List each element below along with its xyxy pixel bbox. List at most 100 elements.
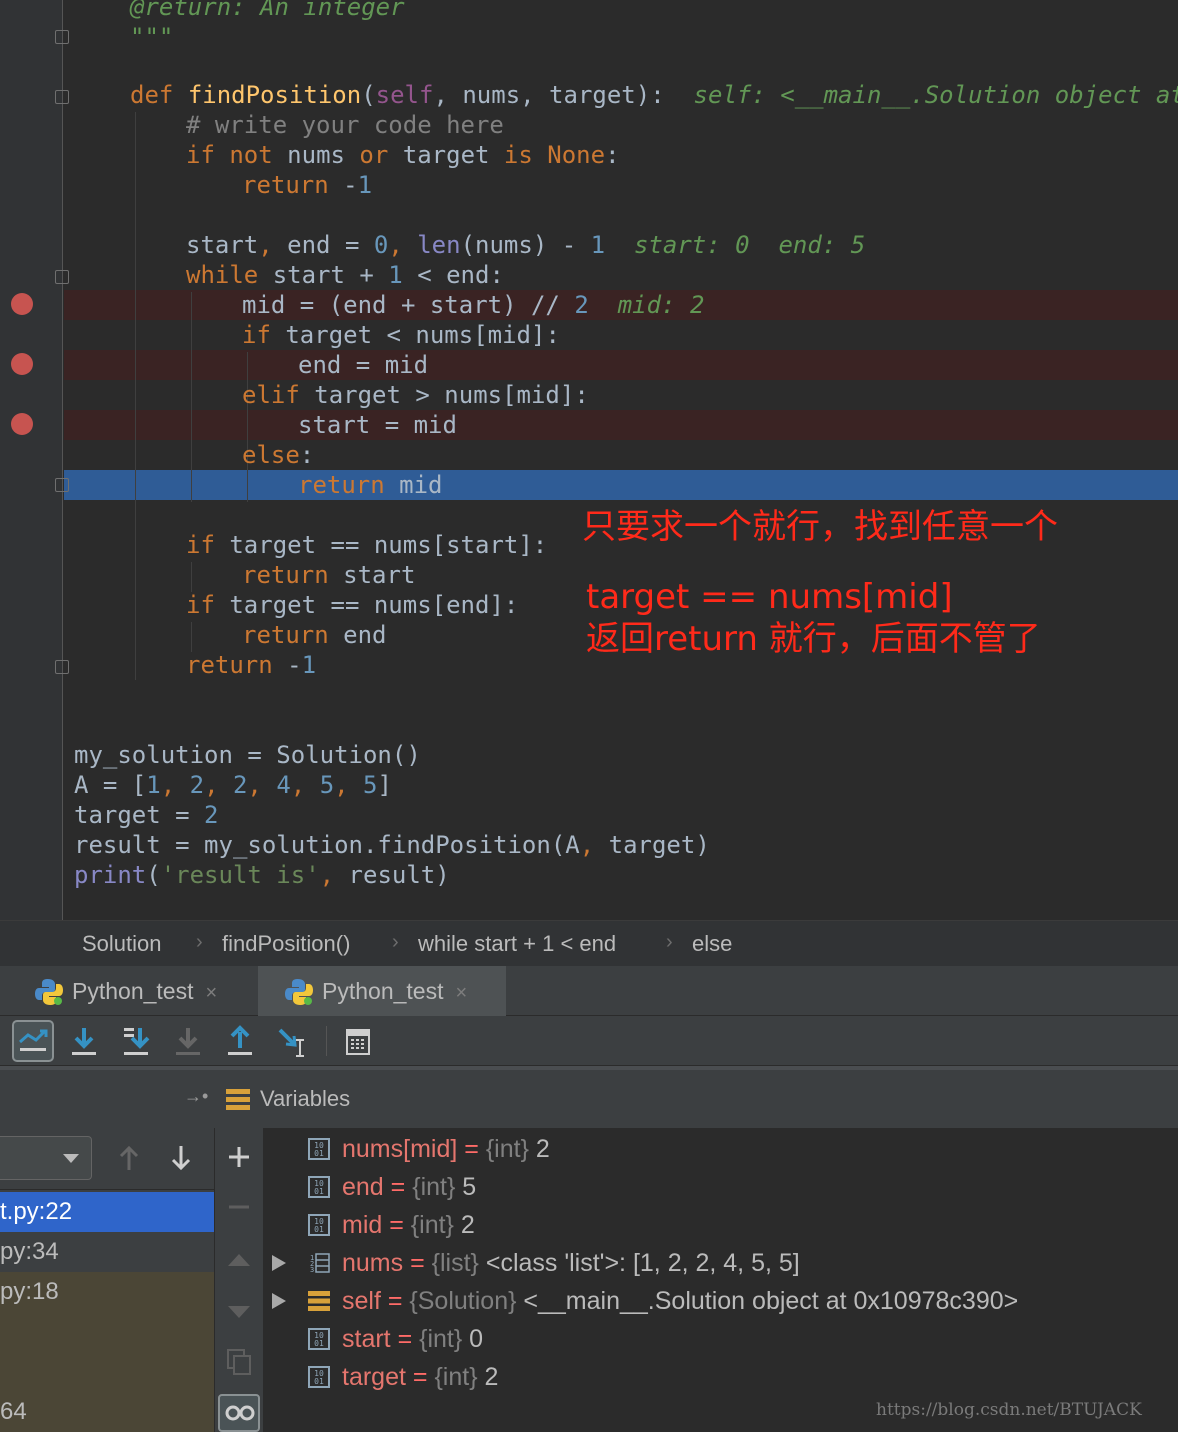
breadcrumb-item[interactable]: else: [692, 931, 732, 957]
variable-type: {int}: [412, 1173, 456, 1201]
step-out-icon[interactable]: [222, 1022, 258, 1060]
fold-marker-icon[interactable]: [55, 270, 69, 284]
move-up-icon[interactable]: [226, 1250, 252, 1270]
frame-item[interactable]: py:18: [0, 1272, 214, 1412]
show-watches-toggle[interactable]: [218, 1394, 260, 1432]
variable-row[interactable]: 10 01 mid = {int} 2: [264, 1206, 1164, 1244]
breakpoint-icon[interactable]: [11, 293, 33, 315]
code-line-current: return mid: [298, 471, 443, 499]
expand-arrow-icon[interactable]: [272, 1293, 286, 1309]
svg-text:01: 01: [314, 1339, 324, 1348]
chevron-right-icon: ›: [392, 931, 399, 953]
step-into-icon[interactable]: [118, 1022, 154, 1060]
variable-row[interactable]: 123 nums = {list} <class 'list'>: [1, 2,…: [264, 1244, 1164, 1282]
frame-item[interactable]: py:34: [0, 1232, 214, 1272]
variable-name: start: [342, 1325, 391, 1353]
variable-value: <__main__.Solution object at 0x10978c390…: [516, 1287, 1019, 1315]
force-step-into-icon[interactable]: [170, 1022, 206, 1060]
frame-item[interactable]: t.py:22: [0, 1192, 214, 1232]
code-line: mid = (end + start) // 2 mid: 2: [242, 291, 705, 319]
chevron-right-icon: ›: [666, 931, 673, 953]
variable-name: self: [342, 1287, 381, 1315]
variable-equals: =: [457, 1135, 486, 1163]
code-line: my_solution = Solution(): [74, 741, 421, 769]
fold-marker-icon[interactable]: [55, 30, 69, 44]
breadcrumb-item[interactable]: findPosition(): [222, 931, 350, 957]
code-line: return -1: [186, 651, 317, 679]
code-line: print('result is', result): [74, 861, 450, 889]
glasses-icon: [225, 1405, 255, 1421]
variable-value: 2: [477, 1363, 499, 1391]
frames-panel: t.py:22 py:34 py:18 64: [0, 1128, 214, 1432]
add-watch-icon[interactable]: [226, 1144, 252, 1170]
indent-guide: [191, 622, 192, 652]
svg-text:01: 01: [314, 1149, 324, 1158]
variable-row[interactable]: 10 01 nums[mid] = {int} 2: [264, 1130, 1164, 1168]
variable-name: target: [342, 1363, 406, 1391]
variable-value: 2: [528, 1135, 550, 1163]
breadcrumb-item[interactable]: while start + 1 < end: [418, 931, 616, 957]
code-line: return end: [242, 621, 387, 649]
watermark: https://blog.csdn.net/BTUJACK: [876, 1400, 1142, 1420]
code-line: start = mid: [298, 411, 457, 439]
restore-layout-icon[interactable]: →•: [184, 1086, 208, 1107]
variables-toolbar: [214, 1128, 264, 1432]
tab-python-test-2[interactable]: Python_test ×: [258, 966, 506, 1016]
svg-text:3: 3: [310, 1266, 314, 1274]
variable-type: {Solution}: [409, 1287, 517, 1315]
evaluate-expression-icon[interactable]: [340, 1022, 376, 1060]
code-editor[interactable]: @return: An integer """ def findPosition…: [0, 0, 1178, 920]
fold-marker-icon[interactable]: [55, 90, 69, 104]
frame-item-label: py:18: [0, 1278, 59, 1305]
run-to-cursor-icon[interactable]: [274, 1022, 310, 1060]
code-line-def: def findPosition(self, nums, target): se…: [130, 81, 1178, 109]
fold-marker-icon[interactable]: [55, 660, 69, 674]
breakpoint-line-highlight: [64, 410, 1178, 440]
remove-watch-icon[interactable]: [226, 1194, 252, 1220]
step-over-icon[interactable]: [66, 1022, 102, 1060]
indent-guide: [247, 352, 248, 502]
variables-title: Variables: [260, 1086, 351, 1111]
copy-icon[interactable]: [226, 1348, 252, 1376]
variable-equals: =: [403, 1249, 432, 1277]
breakpoint-icon[interactable]: [11, 413, 33, 435]
variable-name: end: [342, 1173, 384, 1201]
variable-row[interactable]: 10 01 end = {int} 5: [264, 1168, 1164, 1206]
arrow-down-icon[interactable]: [168, 1144, 194, 1172]
debug-tab-bar: Python_test × Python_test ×: [0, 966, 1178, 1016]
breakpoint-line-highlight: [64, 350, 1178, 380]
code-line: return start: [242, 561, 416, 589]
expand-arrow-icon[interactable]: [272, 1255, 286, 1271]
code-line: result = my_solution.findPosition(A, tar…: [74, 831, 710, 859]
frames-toolbar: [0, 1128, 214, 1190]
code-line: else:: [242, 441, 315, 469]
breadcrumb-item[interactable]: Solution: [82, 931, 162, 957]
variable-type: {list}: [431, 1249, 479, 1277]
code-line: end = mid: [298, 351, 429, 379]
variable-equals: =: [382, 1211, 411, 1239]
fold-marker-icon[interactable]: [55, 478, 69, 492]
debug-toolbar: [0, 1016, 1178, 1066]
move-down-icon[interactable]: [226, 1302, 252, 1322]
frame-item[interactable]: 64: [0, 1392, 214, 1432]
variable-row[interactable]: 10 01 start = {int} 0: [264, 1320, 1164, 1358]
annotation-text: 只要求一个就行，找到任意一个: [582, 507, 1058, 547]
toolbar-separator: [326, 1026, 327, 1056]
code-line: @return: An integer: [130, 0, 405, 21]
variable-type: {int}: [485, 1135, 529, 1163]
close-icon[interactable]: ×: [455, 982, 467, 1004]
thread-dropdown[interactable]: [0, 1136, 92, 1180]
editor-gutter[interactable]: [0, 0, 63, 920]
variable-row[interactable]: 10 01 target = {int} 2: [264, 1358, 1164, 1396]
tab-label: Python_test: [72, 978, 194, 1004]
breakpoint-icon[interactable]: [11, 353, 33, 375]
variable-value: 0: [462, 1325, 484, 1353]
close-icon[interactable]: ×: [205, 982, 217, 1004]
arrow-up-icon[interactable]: [116, 1144, 142, 1172]
code-line: if target == nums[start]:: [186, 531, 548, 559]
variable-name: nums[mid]: [342, 1135, 458, 1163]
tab-python-test-1[interactable]: Python_test ×: [0, 966, 256, 1016]
variable-row[interactable]: self = {Solution} <__main__.Solution obj…: [264, 1282, 1164, 1320]
show-execution-point-icon[interactable]: [12, 1020, 54, 1062]
chevron-right-icon: ›: [196, 931, 203, 953]
